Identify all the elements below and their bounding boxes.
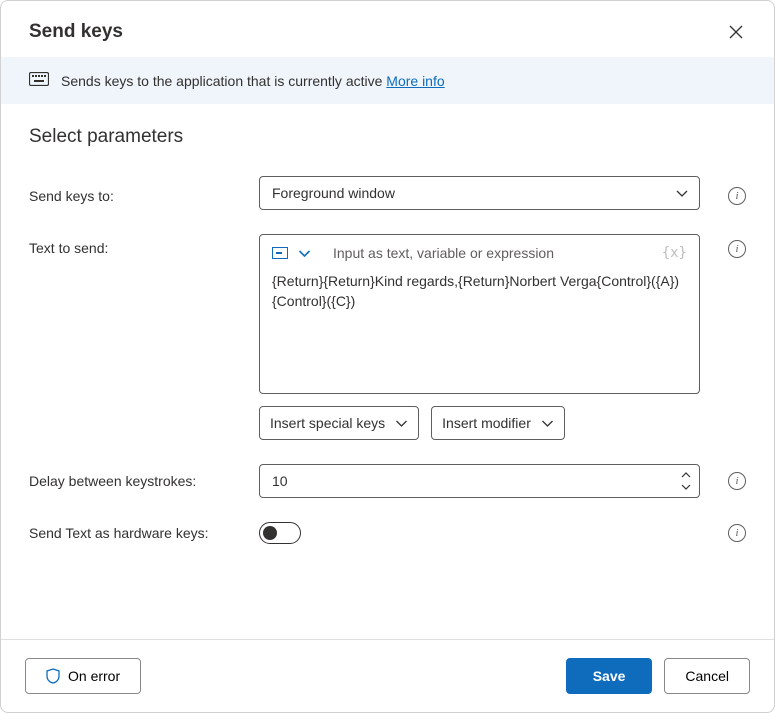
chevron-down-icon	[541, 419, 554, 428]
dialog-header: Send keys	[1, 1, 774, 57]
row-delay: Delay between keystrokes: 10 i	[29, 464, 746, 498]
insert-buttons: Insert special keys Insert modifier	[259, 406, 700, 440]
send-to-label: Send keys to:	[29, 182, 259, 204]
hardware-toggle[interactable]	[259, 522, 301, 544]
chevron-down-icon	[395, 419, 408, 428]
delay-label: Delay between keystrokes:	[29, 473, 259, 489]
banner-message: Sends keys to the application that is cu…	[61, 73, 386, 89]
close-button[interactable]	[726, 22, 746, 42]
info-icon[interactable]: i	[728, 472, 746, 490]
delay-value: 10	[272, 473, 288, 489]
section-title: Select parameters	[29, 126, 746, 148]
insert-modifier-label: Insert modifier	[442, 415, 531, 431]
on-error-label: On error	[68, 668, 120, 684]
input-placeholder: Input as text, variable or expression	[333, 245, 554, 261]
text-to-send-value: {Return}{Return}Kind regards,{Return}Nor…	[272, 271, 687, 312]
chevron-down-icon[interactable]	[298, 245, 311, 261]
spin-down-button[interactable]	[679, 481, 693, 493]
insert-special-keys-button[interactable]: Insert special keys	[259, 406, 419, 440]
toggle-knob	[263, 526, 277, 540]
banner-text: Sends keys to the application that is cu…	[61, 73, 445, 89]
info-banner: Sends keys to the application that is cu…	[1, 57, 774, 104]
spin-up-button[interactable]	[679, 469, 693, 481]
chevron-up-icon	[681, 472, 691, 478]
shield-icon	[46, 668, 60, 684]
send-keys-dialog: Send keys Sends keys to the application …	[0, 0, 775, 713]
on-error-button[interactable]: On error	[25, 658, 141, 694]
dialog-title: Send keys	[29, 21, 123, 43]
variable-icon[interactable]: {x}	[662, 245, 687, 261]
info-icon[interactable]: i	[728, 524, 746, 542]
delay-input[interactable]: 10	[259, 464, 700, 498]
more-info-link[interactable]: More info	[386, 73, 444, 89]
keyboard-icon	[29, 72, 49, 89]
text-to-send-input[interactable]: Input as text, variable or expression {x…	[259, 234, 700, 394]
row-hardware-keys: Send Text as hardware keys: i	[29, 522, 746, 544]
row-send-to: Send keys to: Foreground window i	[29, 176, 746, 210]
send-to-value: Foreground window	[272, 185, 395, 201]
chevron-down-icon	[681, 484, 691, 490]
input-type-icon	[272, 247, 288, 259]
save-button[interactable]: Save	[566, 658, 653, 694]
dialog-footer: On error Save Cancel	[1, 639, 774, 712]
save-label: Save	[593, 668, 626, 684]
dialog-content: Select parameters Send keys to: Foregrou…	[1, 104, 774, 639]
insert-modifier-button[interactable]: Insert modifier	[431, 406, 565, 440]
row-text-to-send: Text to send: Input as text, variable or…	[29, 234, 746, 440]
input-header: Input as text, variable or expression {x…	[272, 245, 687, 261]
cancel-button[interactable]: Cancel	[664, 658, 750, 694]
send-to-select[interactable]: Foreground window	[259, 176, 700, 210]
close-icon	[729, 25, 743, 39]
text-to-send-label: Text to send:	[29, 234, 259, 256]
chevron-down-icon	[675, 185, 689, 201]
cancel-label: Cancel	[685, 668, 729, 684]
insert-special-label: Insert special keys	[270, 415, 385, 431]
hardware-label: Send Text as hardware keys:	[29, 525, 259, 541]
info-icon[interactable]: i	[728, 240, 746, 258]
info-icon[interactable]: i	[728, 187, 746, 205]
